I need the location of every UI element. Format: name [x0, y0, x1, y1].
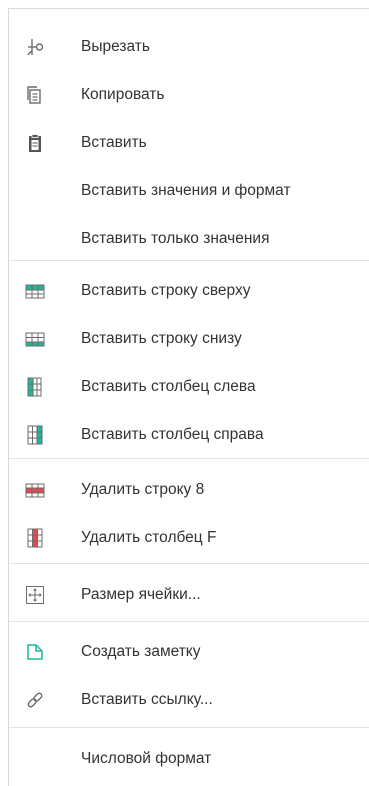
scissors-icon: [25, 37, 45, 57]
menu-item-label: Вставить столбец слева: [81, 378, 256, 395]
delete-row-icon: [25, 480, 45, 500]
menu-item-label: Вырезать: [81, 38, 150, 55]
menu-item-cut[interactable]: Вырезать: [9, 26, 369, 66]
delete-column-icon: [25, 528, 45, 548]
menu-separator: [9, 621, 369, 622]
cell-size-icon: [25, 585, 45, 605]
menu-item-label: Вставить столбец справа: [81, 426, 264, 443]
menu-separator: [9, 260, 369, 261]
menu-item-insert-column-right[interactable]: Вставить столбец справа: [9, 414, 369, 454]
menu-separator: [9, 458, 369, 459]
menu-item-label: Вставить значения и формат: [81, 182, 291, 199]
menu-item-insert-link[interactable]: Вставить ссылку...: [9, 679, 369, 719]
link-icon: [25, 690, 45, 710]
insert-column-right-icon: [25, 425, 45, 445]
menu-item-paste[interactable]: Вставить: [9, 122, 369, 162]
menu-item-label: Вставить строку снизу: [81, 330, 242, 347]
menu-item-copy[interactable]: Копировать: [9, 74, 369, 114]
menu-item-insert-row-above[interactable]: Вставить строку сверху: [9, 270, 369, 310]
note-icon: [25, 642, 45, 662]
menu-item-delete-column[interactable]: Удалить столбец F: [9, 517, 369, 557]
menu-separator: [9, 727, 369, 728]
menu-item-label: Вставить: [81, 134, 147, 151]
insert-row-below-icon: [25, 329, 45, 349]
menu-item-label: Вставить ссылку...: [81, 691, 213, 708]
insert-column-left-icon: [25, 377, 45, 397]
menu-item-label: Числовой формат: [81, 750, 212, 767]
menu-item-number-format[interactable]: Числовой формат: [9, 738, 369, 778]
menu-item-paste-values-only[interactable]: Вставить только значения: [9, 218, 369, 258]
menu-item-label: Удалить столбец F: [81, 529, 217, 546]
menu-separator: [9, 563, 369, 564]
menu-item-paste-values-format[interactable]: Вставить значения и формат: [9, 170, 369, 210]
menu-item-insert-column-left[interactable]: Вставить столбец слева: [9, 366, 369, 406]
menu-item-label: Удалить строку 8: [81, 481, 205, 498]
menu-item-insert-row-below[interactable]: Вставить строку снизу: [9, 318, 369, 358]
paste-icon: [25, 133, 45, 153]
menu-item-label: Размер ячейки...: [81, 586, 201, 603]
menu-item-create-note[interactable]: Создать заметку: [9, 631, 369, 671]
menu-item-delete-row[interactable]: Удалить строку 8: [9, 469, 369, 509]
menu-item-label: Создать заметку: [81, 643, 201, 660]
menu-item-cell-size[interactable]: Размер ячейки...: [9, 574, 369, 614]
insert-row-above-icon: [25, 281, 45, 301]
menu-item-label: Вставить строку сверху: [81, 282, 251, 299]
menu-item-label: Вставить только значения: [81, 230, 270, 247]
menu-item-label: Копировать: [81, 86, 165, 103]
copy-icon: [25, 85, 45, 105]
context-menu: Вырезать Копировать Вставить Вставить зн…: [8, 8, 369, 786]
